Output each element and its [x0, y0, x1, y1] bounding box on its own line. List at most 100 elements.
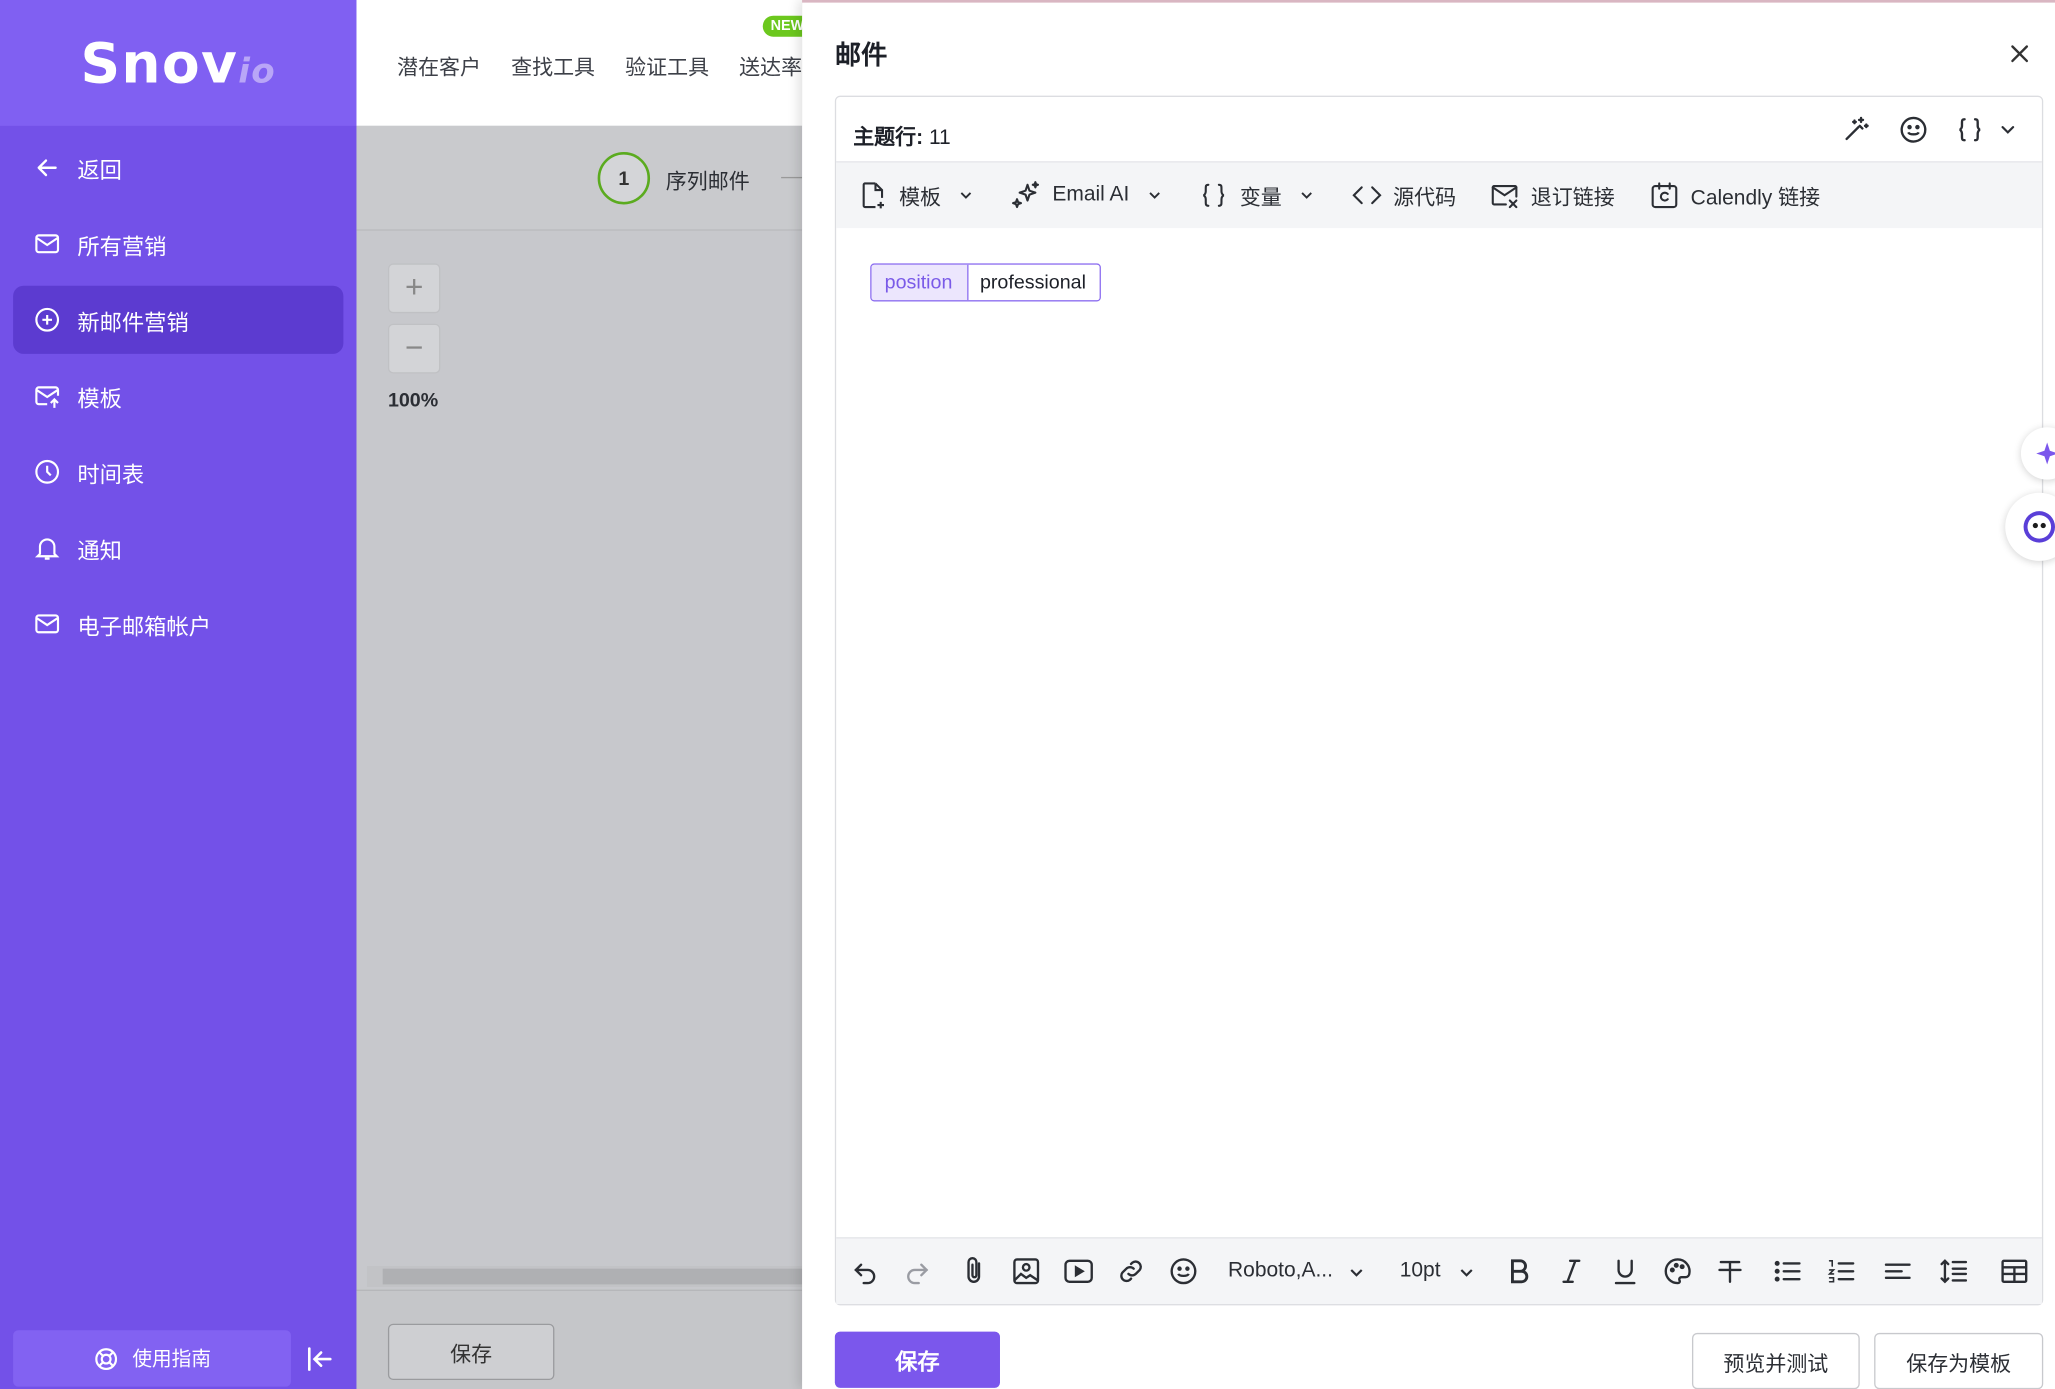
panel-title: 邮件	[834, 41, 888, 71]
sidebar-item-label: 电子邮箱帐户	[77, 614, 212, 639]
email-panel: 邮件 主题行: 11 模板 Email AI 变量 源代码 退订链接 Calen…	[802, 0, 2055, 1389]
italic-icon[interactable]	[1556, 1256, 1587, 1287]
preview-test-button[interactable]: 预览并测试	[1691, 1332, 1860, 1389]
variable-name: position	[871, 264, 969, 301]
step-number[interactable]: 1	[597, 152, 651, 205]
line-height-icon[interactable]	[1938, 1256, 1969, 1287]
sidebar-item-label: 模板	[77, 385, 122, 411]
bullet-list-icon[interactable]	[1772, 1256, 1803, 1287]
sidebar-item-label: 所有营销	[77, 233, 167, 259]
zoom-level: 100%	[387, 389, 439, 412]
logo-area: Snovio	[0, 0, 357, 126]
topnav-leads[interactable]: 潜在客户	[397, 50, 481, 81]
source-code-label: 源代码	[1393, 187, 1457, 210]
step-connector	[781, 176, 803, 179]
chevron-down-icon[interactable]	[1997, 119, 2018, 140]
sidebar-item-notifications[interactable]: 通知	[13, 514, 343, 582]
braces-icon	[1202, 183, 1225, 207]
document-icon	[862, 182, 884, 209]
topnav-verifier[interactable]: 验证工具	[625, 50, 709, 81]
plus-circle-icon	[35, 307, 60, 332]
paperclip-icon[interactable]	[958, 1256, 989, 1287]
chevron-down-icon	[1301, 192, 1312, 199]
variables-label: 变量	[1239, 187, 1282, 210]
table-icon[interactable]	[1999, 1256, 2030, 1287]
top-navigation: 潜在客户 查找工具 验证工具 送达率	[356, 0, 802, 126]
sparkles-icon	[1012, 181, 1040, 209]
collapse-sidebar-icon[interactable]	[304, 1343, 335, 1374]
topnav-deliverability[interactable]: 送达率	[739, 50, 802, 81]
zoom-in-button[interactable]: +	[387, 263, 441, 314]
subject-field[interactable]: 主题行: 11	[853, 119, 951, 150]
unsubscribe-label: 退订链接	[1530, 187, 1615, 210]
sidebar: Snovio 返回 所有营销 新邮件营销 模板 时间表 通知 电子邮箱帐户 使用…	[0, 0, 357, 1389]
font-size-select[interactable]: 10pt	[1400, 1259, 1441, 1283]
numbered-list-icon[interactable]	[1826, 1256, 1857, 1287]
magic-wand-icon[interactable]	[1840, 114, 1871, 145]
email-editor: 主题行: 11 模板 Email AI 变量 源代码 退订链接 Calendly…	[834, 95, 2044, 1306]
variables-icon[interactable]	[1954, 114, 1985, 145]
code-icon	[1352, 186, 1382, 205]
template-dropdown[interactable]: 模板	[857, 180, 975, 211]
source-code-button[interactable]: 源代码	[1351, 180, 1456, 211]
bottom-bar: 保存	[356, 1289, 803, 1389]
chevron-down-icon[interactable]	[1456, 1262, 1477, 1283]
subject-row[interactable]: 主题行: 11	[836, 97, 2042, 163]
sidebar-item-schedule[interactable]: 时间表	[13, 438, 343, 506]
sidebar-item-templates[interactable]: 模板	[13, 362, 343, 430]
calendly-label: Calendly 链接	[1690, 187, 1821, 210]
chevron-down-icon	[960, 192, 972, 199]
emoji-icon[interactable]	[1898, 114, 1929, 145]
sidebar-item-new-campaign[interactable]: 新邮件营销	[13, 285, 344, 354]
chevron-down-icon[interactable]	[1346, 1262, 1367, 1283]
steps-bar: 1 序列邮件	[356, 125, 803, 231]
mail-template-icon	[35, 386, 60, 408]
email-ai-dropdown[interactable]: Email AI	[1010, 180, 1163, 211]
variable-tag[interactable]: position professional	[870, 263, 1101, 302]
save-button[interactable]: 保存	[834, 1331, 1000, 1388]
image-icon[interactable]	[1010, 1256, 1041, 1287]
template-label: 模板	[899, 187, 942, 210]
chat-bot-icon	[2023, 511, 2055, 543]
guide-button[interactable]: 使用指南	[13, 1330, 291, 1387]
scrollbar-thumb[interactable]	[382, 1268, 803, 1285]
sidebar-item-all-campaigns[interactable]: 所有营销	[13, 210, 343, 278]
sidebar-item-email-accounts[interactable]: 电子邮箱帐户	[13, 590, 343, 658]
background-save-button[interactable]: 保存	[387, 1323, 555, 1381]
font-family-select[interactable]: Roboto,A...	[1228, 1259, 1333, 1283]
video-icon[interactable]	[1063, 1256, 1094, 1287]
emoji-icon[interactable]	[1168, 1256, 1199, 1287]
link-icon[interactable]	[1115, 1256, 1146, 1287]
bold-icon[interactable]	[1503, 1256, 1534, 1287]
undo-icon[interactable]	[849, 1256, 880, 1287]
sparkle-icon	[2036, 442, 2055, 465]
variables-dropdown[interactable]: 变量	[1198, 180, 1316, 211]
editor-toolbar: 模板 Email AI 变量 源代码 退订链接 Calendly 链接	[836, 162, 2042, 229]
bell-icon	[34, 538, 60, 560]
step-label[interactable]: 序列邮件	[666, 164, 750, 195]
calendly-link-button[interactable]: Calendly 链接	[1649, 180, 1820, 211]
redo-icon[interactable]	[902, 1256, 933, 1287]
mail-icon	[35, 614, 60, 634]
unsubscribe-link-button[interactable]: 退订链接	[1489, 180, 1615, 211]
calendar-c-icon	[1651, 182, 1678, 209]
logo[interactable]: Snovio	[80, 31, 276, 95]
zoom-out-button[interactable]: −	[387, 323, 441, 374]
sidebar-item-label: 返回	[77, 157, 122, 183]
close-icon[interactable]	[2005, 39, 2034, 68]
arrow-left-icon	[37, 159, 57, 177]
mail-icon	[35, 234, 60, 254]
palette-icon[interactable]	[1662, 1256, 1693, 1287]
sidebar-item-back[interactable]: 返回	[13, 134, 343, 202]
align-left-icon[interactable]	[1882, 1256, 1913, 1287]
save-as-template-button[interactable]: 保存为模板	[1874, 1332, 2044, 1389]
chevron-down-icon	[1148, 192, 1160, 199]
sidebar-item-label: 新邮件营销	[77, 309, 189, 335]
underline-icon[interactable]	[1609, 1256, 1640, 1287]
topnav-finder[interactable]: 查找工具	[511, 50, 595, 81]
mail-remove-icon	[1491, 185, 1518, 209]
variable-value: professional	[968, 264, 1100, 301]
horizontal-scrollbar[interactable]	[366, 1266, 803, 1288]
clear-format-icon[interactable]	[1714, 1256, 1745, 1287]
formatting-toolbar: Roboto,A... 10pt	[836, 1237, 2042, 1305]
